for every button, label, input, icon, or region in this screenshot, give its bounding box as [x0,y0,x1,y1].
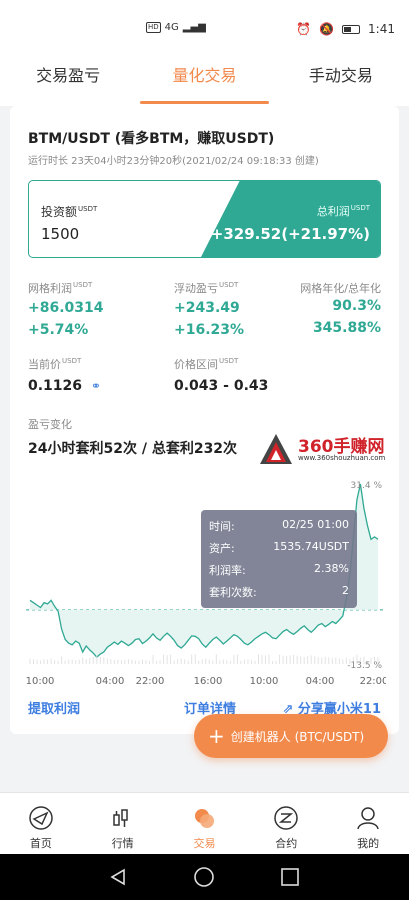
top-tabs: 交易盈亏 量化交易 手动交易 [0,60,409,106]
hd-icon: HD [146,22,161,33]
plus-icon: + [208,724,225,748]
pnl-section-label: 盈亏变化 [28,418,72,431]
tooltip-count: 套利次数: 2 [209,584,349,599]
mute-icon: 🔕 [319,22,335,36]
x-tick-label: 04:00 [306,676,335,687]
user-icon [357,807,379,830]
watermark-url: www.360shouzhuan.com [298,454,386,462]
tab-quant-trading[interactable]: 量化交易 [136,60,272,106]
nav-market[interactable]: 行情 [82,793,164,854]
float-profit-pct: +16.23% [174,322,245,338]
profit-value: +329.52(+21.97%) [210,225,370,243]
system-nav-icons [110,867,299,887]
profit-panel [200,181,380,257]
watermark-logo-icon [260,434,292,464]
status-bar: HD 4G ▂▄▆ ⏰ 🔕 1:41 [0,0,409,60]
home-button-icon [194,867,214,887]
signal-icon: ▂▄▆ [182,22,206,33]
current-price-value: 0.1126 ⚭ [28,378,101,394]
strategy-card: BTM/USDT (看多BTM，赚取USDT) 运行时长 23天04小时23分钟… [10,106,399,734]
float-profit-label: 浮动盈亏USDT [174,281,239,295]
float-profit-value: +243.49 [174,300,240,316]
home-icon [29,806,53,830]
grid-profit-label: 网格利润USDT [28,281,93,295]
nav-contract[interactable]: 合约 [245,793,327,854]
trade-icon [195,809,215,828]
runtime-text: 运行时长 23天04小时23分钟20秒(2021/02/24 09:18:33 … [28,156,319,167]
tab-trade-pnl[interactable]: 交易盈亏 [0,60,136,106]
y-tick-min: -13.5 % [347,661,382,671]
annual-label: 网格年化/总年化 [300,282,381,295]
x-tick-label: 22:00 [136,676,165,687]
x-tick-label: 22:00 [360,676,386,687]
status-left: HD 4G ▂▄▆ [146,22,206,33]
strategy-title: BTM/USDT (看多BTM，赚取USDT) [28,131,275,147]
price-range-label: 价格区间USDT [174,357,239,371]
invest-label: 投资额USDT [41,205,98,219]
x-tick-label: 16:00 [194,676,223,687]
tooltip-rate: 利润率: 2.38% [209,562,349,577]
bottom-nav: 首页 行情 交易 合约 我的 [0,792,409,854]
tooltip-time: 时间: 02/25 01:00 [209,518,349,533]
watermark-logo: 360手赚网 www.360shouzhuan.com [258,432,396,468]
y-tick-max: 31.4 % [351,481,383,491]
tooltip-asset: 资产: 1535.74USDT [209,540,349,555]
x-tick-label: 04:00 [96,676,125,687]
investment-summary: 投资额USDT 1500 总利润USDT +329.52(+21.97%) [28,180,381,258]
back-icon [110,868,125,886]
chart-tooltip: 时间: 02/25 01:00 资产: 1535.74USDT 利润率: 2.38% … [201,510,357,608]
market-icon [112,809,128,827]
grid-profit-pct: +5.74% [28,322,89,338]
refresh-icon[interactable]: ⚭ [91,379,101,393]
nav-home[interactable]: 首页 [0,793,82,854]
nav-mine[interactable]: 我的 [327,793,409,854]
price-range-value: 0.043 - 0.43 [174,378,269,394]
system-nav-bar [0,854,409,900]
recents-icon [281,868,299,886]
x-tick-label: 10:00 [250,676,279,687]
create-bot-button[interactable]: + 创建机器人 (BTC/USDT) [194,714,388,758]
invest-value: 1500 [41,225,80,243]
status-right: ⏰ 🔕 1:41 [296,22,395,36]
grid-profit-value: +86.0314 [28,300,104,316]
nav-trade[interactable]: 交易 [164,793,246,854]
withdraw-profit-link[interactable]: 提取利润 [28,698,80,717]
current-price-label: 当前价USDT [28,357,82,371]
x-tick-label: 10:00 [26,676,54,687]
contract-icon [274,806,299,830]
network-label: 4G [164,22,179,33]
total-annual-value: 345.88% [312,320,381,336]
grid-annual-value: 90.3% [332,298,381,314]
tab-manual-trading[interactable]: 手动交易 [273,60,409,106]
arbitrage-summary: 24小时套利52次 / 总套利232次 [28,441,238,457]
alarm-icon: ⏰ [296,22,312,36]
profit-label: 总利润USDT [316,204,370,218]
clock: 1:41 [368,22,395,36]
battery-icon [342,24,361,34]
